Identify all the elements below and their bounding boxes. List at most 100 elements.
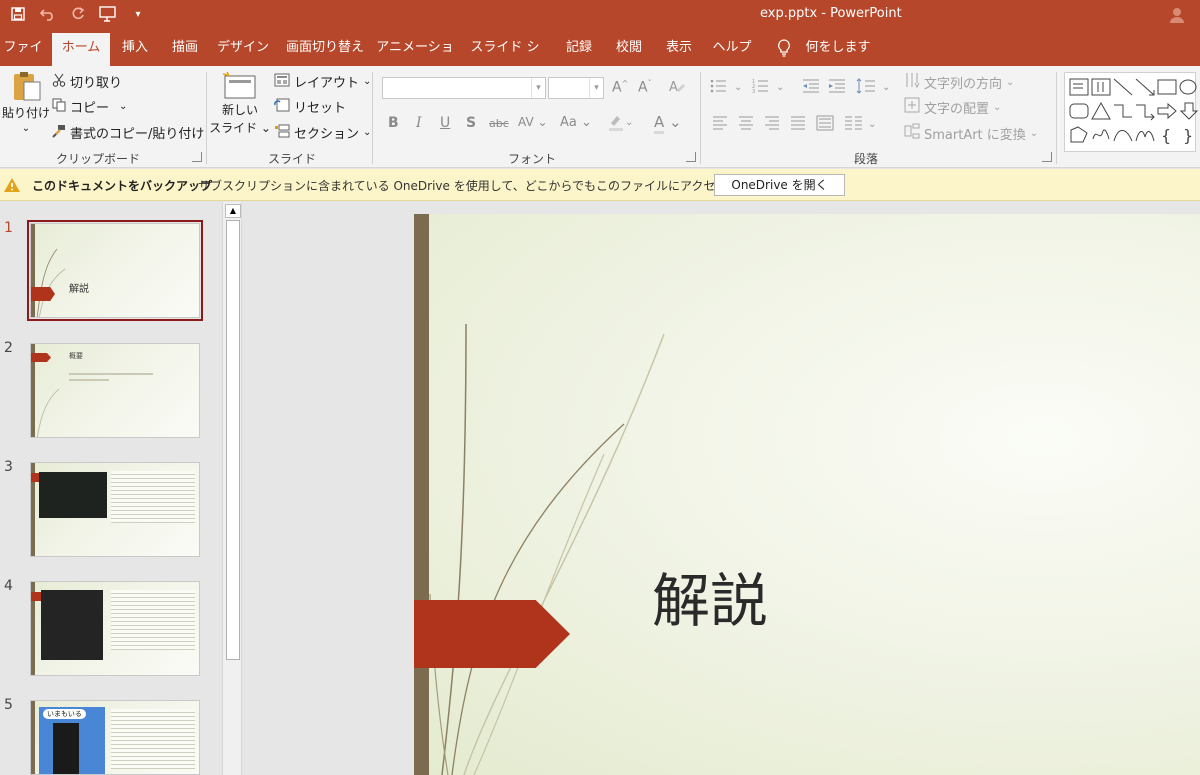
right-arrow-shape-icon[interactable] <box>1156 101 1178 121</box>
undo-icon[interactable] <box>38 4 58 24</box>
character-spacing-button[interactable]: AV ⌄ <box>518 115 548 129</box>
slide-thumbnail-5[interactable]: いまもいる <box>30 700 200 775</box>
slide-thumbnail-1[interactable]: 解説 <box>27 220 203 321</box>
svg-text:A: A <box>669 80 678 94</box>
elbow-connector-shape-icon[interactable] <box>1112 101 1134 121</box>
reset-label: リセット <box>294 101 347 116</box>
thumbnails-scrollbar[interactable]: ▲ <box>222 202 242 775</box>
smartart-button[interactable]: SmartArt に変換 ⌄ <box>904 123 1038 143</box>
format-painter-button[interactable]: 書式のコピー/貼り付け <box>52 123 204 142</box>
cut-label: 切り取り <box>70 76 123 91</box>
section-button[interactable]: セクション ⌄ <box>274 123 371 142</box>
customize-toolbar-icon[interactable]: ▾ <box>128 4 148 24</box>
tab-animations[interactable]: アニメーション <box>376 30 454 91</box>
bold-button[interactable]: B <box>388 115 399 131</box>
paste-button[interactable]: 貼り付け ⌄ <box>2 70 50 140</box>
tell-me-search[interactable]: 何をしますか <box>800 30 876 91</box>
title-bar: ▾ exp.pptx - PowerPoint <box>0 0 1200 30</box>
current-slide[interactable]: 解説 <box>414 214 1200 775</box>
chevron-down-icon: ⌄ <box>1006 76 1015 88</box>
open-onedrive-button[interactable]: OneDrive を開く <box>714 174 845 196</box>
save-icon[interactable] <box>8 4 28 24</box>
tab-insert[interactable]: 挿入 <box>114 30 156 66</box>
rectangle-shape-icon[interactable] <box>1156 77 1178 97</box>
slide-thumbnail-2[interactable]: 概要 <box>30 343 200 438</box>
lightbulb-icon[interactable] <box>772 30 796 66</box>
tab-design[interactable]: デザイン <box>214 30 272 66</box>
text-direction-button[interactable]: 文字列の方向 ⌄ <box>904 72 1014 92</box>
font-color-button[interactable]: A ⌄ <box>654 113 682 134</box>
align-right-icon[interactable] <box>764 116 780 134</box>
new-slide-button[interactable]: 新しい スライド ⌄ <box>209 72 271 136</box>
clipboard-launcher-icon[interactable] <box>192 152 202 162</box>
text-block <box>111 590 195 650</box>
decrease-indent-icon[interactable] <box>802 78 820 98</box>
redo-icon[interactable] <box>68 4 88 24</box>
clear-formatting-icon[interactable]: A <box>668 78 686 98</box>
bullets-icon[interactable]: ⌄ <box>710 78 744 98</box>
account-icon[interactable] <box>1168 6 1186 24</box>
shrink-font-icon[interactable]: Aˇ <box>638 79 652 96</box>
down-arrow-shape-icon[interactable] <box>1178 101 1200 121</box>
paste-icon <box>14 72 41 101</box>
columns-icon[interactable]: ⌄ <box>844 115 880 135</box>
tab-home[interactable]: ホーム <box>52 33 110 66</box>
right-brace-shape-icon[interactable]: } <box>1178 125 1200 145</box>
shadow-button[interactable]: S <box>466 115 476 131</box>
tab-file[interactable]: ファイル <box>0 30 46 91</box>
tab-slideshow[interactable]: スライド ショー <box>466 30 544 91</box>
oval-shape-icon[interactable] <box>1178 77 1200 97</box>
line-shape-icon[interactable] <box>1112 77 1134 97</box>
font-launcher-icon[interactable] <box>686 152 696 162</box>
change-case-button[interactable]: Aa ⌄ <box>560 115 592 130</box>
highlight-color-button[interactable]: ⌄ <box>608 113 634 135</box>
present-from-start-icon[interactable] <box>98 4 118 24</box>
scroll-up-icon[interactable]: ▲ <box>225 204 241 218</box>
textbox-shape-icon[interactable] <box>1068 77 1090 97</box>
tab-view[interactable]: 表示 <box>658 30 700 66</box>
align-text-label: 文字の配置 <box>924 101 990 117</box>
paragraph-launcher-icon[interactable] <box>1042 152 1052 162</box>
shapes-gallery[interactable]: { } <box>1064 72 1199 152</box>
tab-review[interactable]: 校閲 <box>608 30 650 66</box>
curved-connector-shape-icon[interactable] <box>1112 125 1134 145</box>
slide-thumbnail-4[interactable] <box>30 581 200 676</box>
arrow-line-shape-icon[interactable] <box>1134 77 1156 97</box>
slide-title[interactable]: 解説 <box>652 554 768 638</box>
left-brace-shape-icon[interactable]: { <box>1156 125 1178 145</box>
align-left-icon[interactable] <box>712 116 728 134</box>
freeform-shape-icon[interactable] <box>1068 125 1090 145</box>
line-spacing-icon[interactable]: ⌄ <box>856 78 892 98</box>
justify-icon[interactable] <box>790 116 806 134</box>
svg-text:{: { <box>1161 126 1171 145</box>
scribble-shape-icon[interactable] <box>1090 125 1112 145</box>
font-name-combo[interactable]: ▾ <box>382 77 546 99</box>
tab-record[interactable]: 記録 <box>558 30 600 66</box>
vertical-textbox-shape-icon[interactable] <box>1090 77 1112 97</box>
chevron-down-icon: ⌄ <box>119 101 128 112</box>
tab-help[interactable]: ヘルプ <box>708 30 756 66</box>
align-text-button[interactable]: 文字の配置 ⌄ <box>904 97 1001 117</box>
strikethrough-button[interactable]: abc <box>489 117 509 130</box>
increase-indent-icon[interactable] <box>828 78 846 98</box>
arc-shape-icon[interactable] <box>1134 125 1156 145</box>
underline-button[interactable]: U <box>440 115 450 131</box>
italic-button[interactable]: I <box>416 115 422 131</box>
distributed-icon[interactable] <box>816 115 834 135</box>
cut-button[interactable]: 切り取り <box>52 72 122 91</box>
tab-transitions[interactable]: 画面切り替え <box>282 30 368 66</box>
numbering-icon[interactable]: 1 2 3 ⌄ <box>752 78 786 98</box>
window-title: exp.pptx - PowerPoint <box>760 6 902 21</box>
grow-font-icon[interactable]: A^ <box>612 79 628 96</box>
font-size-combo[interactable]: ▾ <box>548 77 604 99</box>
layout-button[interactable]: レイアウト ⌄ <box>274 72 371 91</box>
scrollbar-thumb[interactable] <box>226 220 240 660</box>
reset-button[interactable]: リセット <box>274 97 346 116</box>
rounded-rectangle-shape-icon[interactable] <box>1068 101 1090 121</box>
elbow-arrow-shape-icon[interactable] <box>1134 101 1156 121</box>
slide-thumbnail-3[interactable] <box>30 462 200 557</box>
copy-button[interactable]: コピー ⌄ <box>52 97 127 116</box>
triangle-shape-icon[interactable] <box>1090 101 1112 121</box>
align-center-icon[interactable] <box>738 116 754 134</box>
tab-draw[interactable]: 描画 <box>164 30 206 66</box>
